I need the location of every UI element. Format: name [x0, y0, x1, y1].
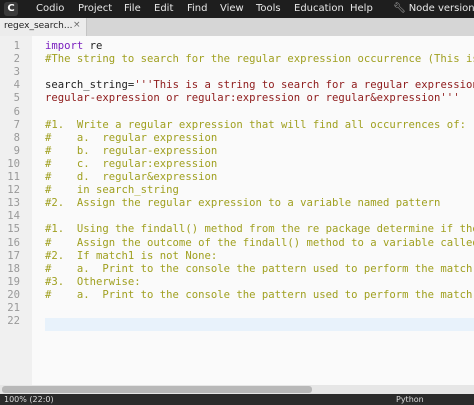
wrench-icon: 🔧︎	[393, 3, 406, 14]
menu-item-education[interactable]: Education	[294, 3, 344, 15]
tab-bar: regex_search... ×	[0, 18, 474, 36]
status-bar: 100% (22:0) Python	[0, 394, 474, 405]
code-line[interactable]: # a. Print to the console the pattern us…	[45, 289, 474, 302]
menu-item-find[interactable]: Find	[187, 3, 208, 15]
code-token: # in search_string	[45, 184, 179, 197]
line-number: 19	[7, 275, 20, 288]
code-line[interactable]: # in search_string	[45, 184, 474, 197]
code-line[interactable]: #The string to search for the regular ex…	[45, 53, 474, 66]
horizontal-scrollbar[interactable]	[0, 385, 474, 394]
code-line[interactable]: regular-expression or regular:expression…	[45, 92, 474, 105]
menu-item-project[interactable]: Project	[78, 3, 112, 15]
node-version-label: Node version	[408, 3, 474, 14]
tab-regex-search[interactable]: regex_search... ×	[0, 18, 87, 36]
code-token: # Assign the outcome of the findall() me…	[45, 236, 474, 249]
line-number: 8	[13, 131, 20, 144]
code-line[interactable]: import re	[45, 40, 474, 53]
line-number: 17	[7, 249, 20, 262]
code-token: # b. regular-expression	[45, 144, 218, 157]
line-number: 5	[13, 92, 20, 105]
code-line[interactable]: #1. Using the findall() method from the …	[45, 223, 474, 236]
code-token: # a. Print to the console the pattern us…	[45, 288, 474, 301]
menu-item-edit[interactable]: Edit	[154, 3, 173, 15]
line-number: 21	[7, 302, 20, 314]
code-line[interactable]: #2. Assign the regular expression to a v…	[45, 197, 474, 210]
code-editor[interactable]: 1 import re 2 #The string to search for the…	[0, 36, 474, 385]
code-line[interactable]: #2. If match1 is not None:	[45, 250, 474, 263]
menu-item-codio[interactable]: Codio	[36, 3, 64, 15]
close-icon[interactable]: ×	[73, 20, 81, 30]
code-token: #1. Using the findall() method from the …	[45, 223, 474, 236]
code-line[interactable]: #1. Write a regular expression that will…	[45, 119, 474, 132]
code-line[interactable]: #3. Otherwise:	[45, 276, 474, 289]
menu-item-view[interactable]: View	[220, 3, 244, 15]
line-number: 4	[13, 79, 20, 92]
line-number: 14	[7, 210, 20, 223]
line-number: 9	[13, 144, 20, 157]
code-line[interactable]: # a. Print to the console the pattern us…	[45, 263, 474, 276]
menu-item-file[interactable]: File	[124, 3, 141, 15]
line-number: 18	[7, 262, 20, 275]
code-token: re	[83, 40, 103, 52]
code-token: #2. If match1 is not None:	[45, 249, 218, 262]
line-number: 3	[13, 66, 20, 79]
line-number: 12	[7, 184, 20, 197]
code-token: #2. Assign the regular expression to a v…	[45, 197, 441, 210]
line-number: 1	[13, 40, 20, 52]
codio-logo-icon[interactable]: C	[4, 2, 18, 16]
code-token: #3. Otherwise:	[45, 275, 141, 288]
line-number: 13	[7, 197, 20, 210]
menu-bar: C Codio Project File Edit Find View Tool…	[0, 0, 474, 18]
line-number: 2	[13, 53, 20, 66]
active-line-highlight	[45, 318, 474, 331]
line-number: 22	[7, 315, 20, 328]
code-line[interactable]: # c. regular:expression	[45, 158, 474, 171]
line-number: 20	[7, 288, 20, 301]
tab-label: regex_search...	[4, 21, 73, 31]
scrollbar-thumb[interactable]	[2, 386, 312, 393]
code-token: #1. Write a regular expression that will…	[45, 118, 466, 131]
node-version-dropdown[interactable]: 🔧︎Node version▼	[393, 3, 474, 14]
code-token: import	[45, 40, 84, 52]
menu-item-help[interactable]: Help	[350, 3, 373, 15]
line-number: 10	[7, 157, 20, 170]
code-line[interactable]: search_string='''This is a string to sea…	[45, 79, 474, 92]
code-line[interactable]: # Assign the outcome of the findall() me…	[45, 237, 474, 250]
menu-item-tools[interactable]: Tools	[256, 3, 281, 15]
line-number: 16	[7, 236, 20, 249]
line-number: 15	[7, 223, 20, 236]
code-token: # a. regular expression	[45, 131, 218, 144]
code-token: #The string to search for the regular ex…	[45, 53, 474, 66]
line-number: 6	[13, 105, 20, 118]
line-number: 11	[7, 171, 20, 183]
language-mode[interactable]: Python	[396, 395, 424, 404]
code-line[interactable]: # b. regular-expression	[45, 145, 474, 158]
code-line[interactable]: # d. regular&expression	[45, 171, 474, 184]
code-token: search_string=	[45, 79, 135, 92]
code-token: # a. Print to the console the pattern us…	[45, 262, 474, 275]
code-token: # d. regular&expression	[45, 171, 218, 183]
code-token: '''This is a string to search for a regu…	[134, 79, 474, 92]
cursor-position: 100% (22:0)	[4, 395, 54, 404]
code-line[interactable]: # a. regular expression	[45, 132, 474, 145]
code-token: # c. regular:expression	[45, 157, 218, 170]
code-token: regular-expression or regular:expression…	[45, 92, 460, 105]
line-number: 7	[13, 118, 20, 131]
